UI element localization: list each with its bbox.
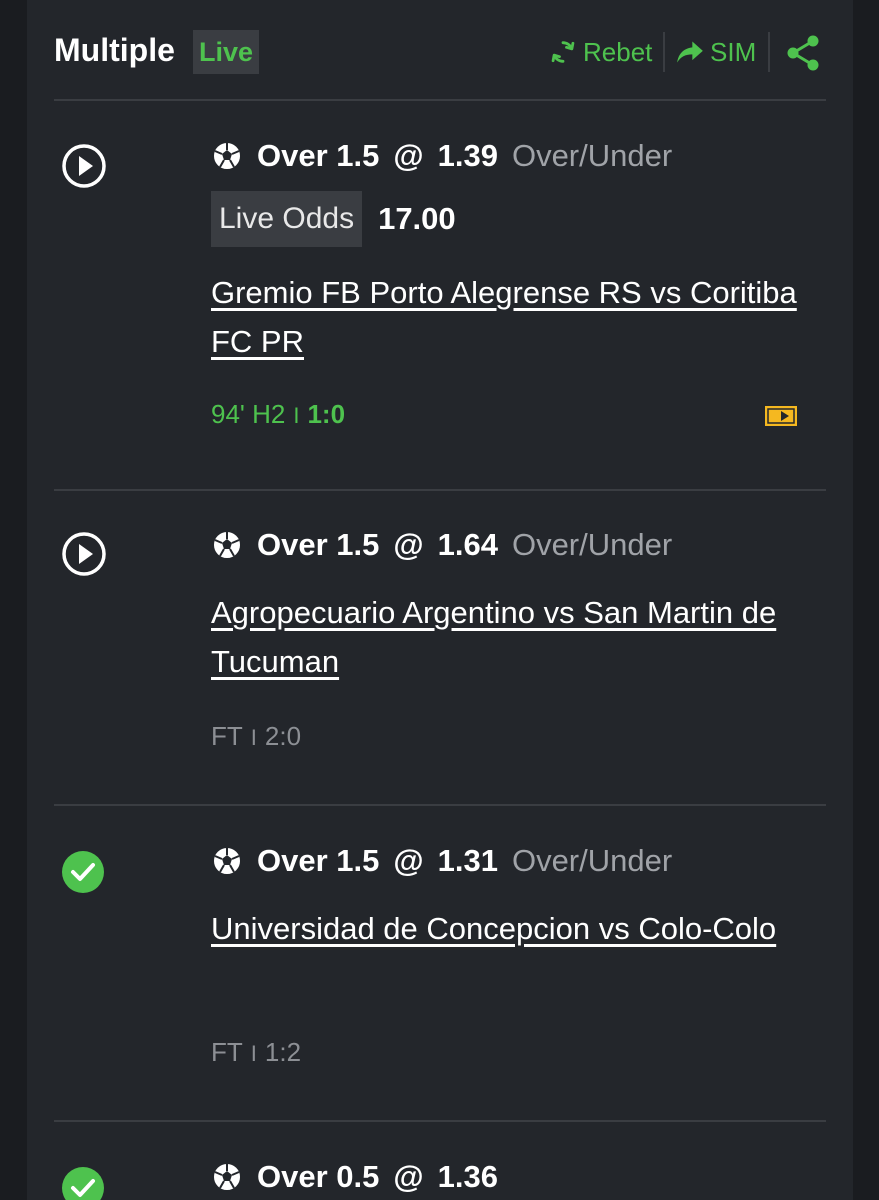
selection-odds: 1.31 [437,843,498,878]
selection-line: Over 1.5 @ 1.31 Over/Under [211,843,672,879]
selection-odds: 1.64 [437,527,498,562]
bet-header: Multiple Live Rebet SIM [27,0,853,100]
share-button[interactable] [785,34,827,72]
rebet-label: Rebet [583,37,653,67]
match-time: 94' H2 [211,399,286,429]
market-name: Over/Under [511,138,673,173]
bet-slip-card: Multiple Live Rebet SIM Over 1.5 @ 1.39 … [27,0,853,1200]
separator: I [293,403,300,428]
share-icon [787,35,819,71]
selection-odds: 1.36 [437,1159,498,1194]
match-score: 2:0 [264,721,302,751]
match-score: 1:2 [264,1037,302,1067]
bet-leg: Over 1.5 @ 1.64 Over/Under Agropecuario … [27,490,853,805]
match-time: FT [211,721,243,751]
header-divider [663,32,665,72]
market-name: Over/Under [511,843,673,878]
soccer-ball-icon [212,530,242,560]
selection-name: Over 1.5 [257,138,380,173]
at-sign: @ [393,1159,424,1194]
match-link[interactable]: Agropecuario Argentino vs San Martin de … [211,588,811,686]
separator: I [250,725,257,750]
match-status: 94' H2 I 1:0 [211,398,345,432]
play-icon[interactable] [61,531,107,577]
match-status: FT I 2:0 [211,720,301,754]
refresh-icon [551,41,575,63]
share-arrow-icon [677,41,703,63]
match-link[interactable]: Gremio FB Porto Alegrense RS vs Coritiba… [211,268,811,366]
match-score: 1:0 [307,399,346,429]
sim-button[interactable]: SIM [676,34,756,70]
soccer-ball-icon [212,1162,242,1192]
bet-leg: Over 0.5 @ 1.36 [27,1121,853,1200]
match-time: FT [211,1037,243,1067]
live-odds-label: Live Odds [211,191,363,247]
bet-leg: Over 1.5 @ 1.39 Over/Under Live Odds 17.… [27,100,853,490]
live-stream-icon[interactable] [764,405,798,427]
selection-name: Over 0.5 [257,1159,380,1194]
match-status: FT I 1:2 [211,1036,301,1070]
rebet-button[interactable]: Rebet [549,34,652,70]
bet-leg: Over 1.5 @ 1.31 Over/Under Universidad d… [27,805,853,1121]
at-sign: @ [393,138,424,173]
separator: I [250,1041,257,1066]
match-link[interactable]: Universidad de Concepcion vs Colo-Colo [211,904,811,953]
live-odds-row: Live Odds 17.00 [211,191,456,247]
selection-line: Over 1.5 @ 1.64 Over/Under [211,527,672,563]
at-sign: @ [393,843,424,878]
header-divider [768,32,770,72]
market-name: Over/Under [511,527,673,562]
selection-name: Over 1.5 [257,527,380,562]
at-sign: @ [393,527,424,562]
live-odds-value: 17.00 [378,201,456,236]
check-icon [62,1167,104,1200]
selection-odds: 1.39 [437,138,498,173]
selection-line: Over 1.5 @ 1.39 Over/Under [211,138,672,174]
selection-name: Over 1.5 [257,843,380,878]
sim-label: SIM [710,37,757,67]
soccer-ball-icon [212,846,242,876]
live-badge: Live [193,30,260,74]
play-icon[interactable] [61,143,107,189]
selection-line: Over 0.5 @ 1.36 [211,1159,498,1195]
check-icon [62,851,104,893]
bet-type-title: Multiple [54,32,175,68]
soccer-ball-icon [212,141,242,171]
